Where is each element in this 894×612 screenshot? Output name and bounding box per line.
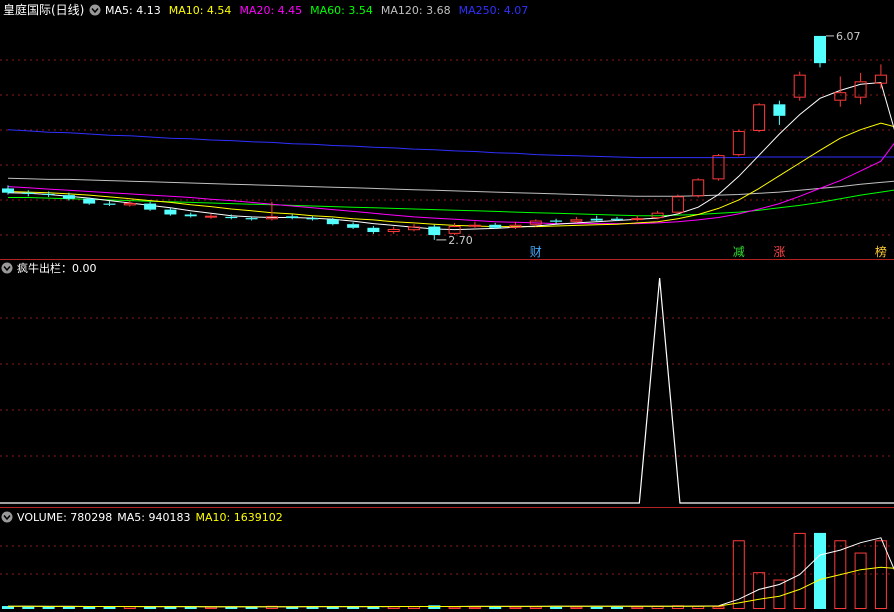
high-price-label: 6.07: [836, 30, 861, 43]
volume-bar: [164, 606, 177, 609]
volume-bar: [732, 540, 745, 609]
candle-body: [62, 195, 75, 199]
volume-bar: [854, 552, 867, 610]
volume-bar: [205, 606, 217, 610]
event-marker: 财: [530, 245, 542, 259]
window-title: 皇庭国际(日线): [3, 2, 84, 17]
candle-body: [489, 224, 502, 228]
candle-body: [428, 226, 441, 236]
candle-body: [611, 218, 623, 220]
volume-bar: [103, 606, 116, 609]
candle-body: [387, 229, 400, 233]
candle-body: [83, 198, 96, 204]
candle-body: [712, 155, 725, 180]
volume-bar: [408, 606, 420, 610]
candle-body: [205, 215, 217, 218]
volume-bar: [590, 606, 603, 609]
candle-body: [468, 224, 481, 227]
candle-body: [753, 104, 766, 131]
volume-bar: [306, 607, 319, 609]
volume-bar: [874, 540, 887, 609]
candle-body: [570, 219, 583, 222]
volume-bar: [387, 606, 400, 610]
volume-legend-item: MA5: 940183: [117, 511, 190, 524]
candle-body: [42, 193, 55, 195]
collapse-indicator-button[interactable]: [1, 262, 13, 274]
candle-body: [184, 214, 197, 217]
event-marker: 榜: [875, 244, 887, 259]
indicator-label: 疯牛出栏：0.00: [17, 261, 97, 275]
candle-body: [326, 219, 339, 225]
candle-body: [306, 218, 319, 220]
volume-bar: [448, 606, 461, 609]
candle-body: [590, 218, 603, 221]
candle-body: [22, 192, 35, 194]
legend-ma60: MA60: 3.54: [310, 4, 373, 17]
stock-chart: 6.07 2.70 财 减 涨 榜 皇庭国际(日线) MA5: 4.13 MA10: 4.5…: [0, 2, 894, 610]
volume-panel: [2, 532, 894, 610]
candle-body: [367, 227, 380, 233]
volume-bar: [712, 606, 725, 609]
candle-body: [408, 226, 420, 231]
candle-body: [793, 74, 806, 98]
volume-bar: [550, 606, 563, 609]
candle-body: [164, 209, 177, 215]
volume-ma10-line: [8, 566, 894, 608]
candle-body: [692, 179, 705, 197]
ma10-line: [7, 122, 894, 228]
candle-body: [245, 218, 258, 220]
volume-bar: [753, 572, 766, 610]
volume-bar: [509, 606, 522, 609]
grid-lines: [0, 59, 894, 575]
candle-body: [103, 203, 116, 205]
legend-ma20: MA20: 4.45: [239, 4, 302, 17]
event-marker: 减: [733, 245, 745, 259]
candle-body: [225, 216, 238, 219]
price-panel: 6.07 2.70 财 减 涨 榜: [2, 30, 894, 259]
volume-bar: [42, 606, 55, 609]
indicator-line: [0, 277, 894, 504]
event-marker: 涨: [773, 244, 785, 259]
volume-bar: [428, 605, 441, 609]
collapse-volume-button[interactable]: [1, 511, 13, 523]
low-price-label: 2.70: [448, 234, 473, 247]
collapse-price-button[interactable]: [89, 4, 101, 16]
candle-body: [814, 35, 826, 64]
legend-ma120: MA120: 3.68: [381, 4, 451, 17]
volume-bar: [529, 606, 542, 610]
candle-body: [123, 202, 136, 206]
volume-bar: [286, 606, 299, 609]
legend-ma10: MA10: 4.54: [169, 4, 232, 17]
candle-body: [631, 218, 644, 221]
volume-bar: [468, 606, 481, 610]
candle-body: [286, 216, 299, 219]
candle-body: [550, 220, 563, 222]
candle-body: [834, 92, 847, 101]
candle-body: [347, 224, 360, 228]
volume-legend: VOLUME: 780298 MA5: 940183 MA10: 1639102: [17, 511, 283, 524]
candle-body: [773, 104, 786, 116]
legend-ma250: MA250: 4.07: [459, 4, 529, 17]
candle-body: [671, 196, 684, 213]
volume-bar: [184, 607, 197, 609]
candle-body: [732, 130, 745, 156]
ma-legend: MA5: 4.13 MA10: 4.54 MA20: 4.45 MA60: 3.54 M…: [105, 4, 528, 17]
volume-bar: [22, 606, 35, 609]
volume-bar: [814, 532, 826, 609]
volume-bar: [570, 606, 583, 609]
volume-bar: [631, 606, 644, 609]
volume-bar: [611, 606, 623, 609]
volume-legend-item: VOLUME: 780298: [17, 511, 112, 524]
legend-ma5: MA5: 4.13: [105, 4, 161, 17]
candle-body: [2, 188, 14, 193]
indicator-panel: [0, 277, 894, 504]
volume-legend-item: MA10: 1639102: [195, 511, 282, 524]
volume-bar: [123, 606, 136, 609]
volume-bar: [651, 606, 664, 610]
candle-body: [144, 203, 157, 210]
